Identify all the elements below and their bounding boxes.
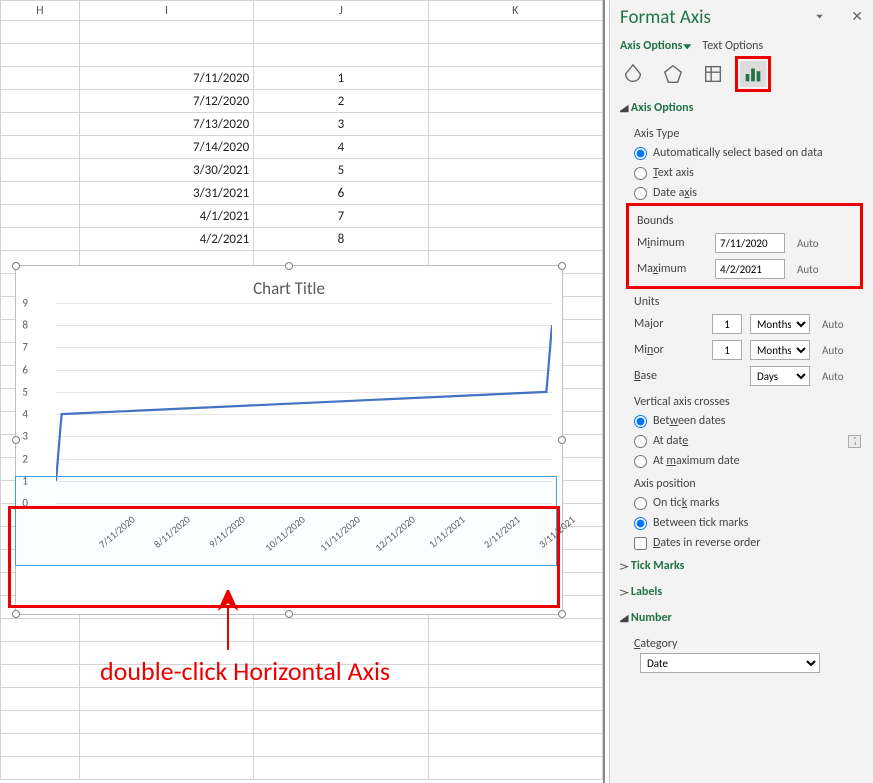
radio-text-axis[interactable]: Text axis [634,163,869,183]
cell[interactable]: 3/30/2021 [79,159,253,182]
section-number[interactable]: Number [620,605,869,631]
resize-handle[interactable] [12,610,20,618]
cell[interactable]: 7/12/2020 [79,90,253,113]
resize-handle[interactable] [285,610,293,618]
cell[interactable]: 7/13/2020 [79,113,253,136]
radio-on-tick[interactable]: On tick marks [634,493,869,513]
cell[interactable]: 2 [254,90,428,113]
label-category: Category [634,631,869,653]
tab-axis-options[interactable]: Axis Options ▾ [620,39,690,53]
close-icon[interactable]: ✕ [851,8,863,25]
chart-title[interactable]: Chart Title [16,266,562,303]
worksheet[interactable]: H I J K 7/11/20201 7/12/20202 7/13/20203… [0,0,605,783]
format-axis-pane: Format Axis ▼ ✕ Axis Options ▾ Text Opti… [609,0,873,783]
line-series [56,303,552,503]
size-props-icon[interactable] [700,61,726,87]
resize-handle[interactable] [12,436,20,444]
resize-handle[interactable] [558,610,566,618]
auto-button[interactable]: Auto [797,263,819,276]
col-header[interactable]: H [1,1,80,21]
resize-handle[interactable] [558,436,566,444]
label-vac: Vertical axis crosses [634,389,869,411]
resize-handle[interactable] [285,262,293,270]
cell[interactable]: 7/14/2020 [79,136,253,159]
radio-between-tick[interactable]: Between tick marks [634,513,869,533]
radio-between-dates[interactable]: Between dates [634,411,869,431]
cell[interactable]: 7/11/2020 [79,67,253,90]
section-axis-options[interactable]: Axis Options [620,95,869,121]
auto-button[interactable]: Auto [822,344,844,357]
label-minimum: Minimum [637,236,707,250]
section-tick-marks[interactable]: Tick Marks [620,553,869,579]
resize-handle[interactable] [558,262,566,270]
radio-date-axis[interactable]: Date axis [634,183,869,203]
label-major: Major [634,317,704,331]
cell[interactable]: 4 [254,136,428,159]
resize-handle[interactable] [12,262,20,270]
cell[interactable]: 1 [254,67,428,90]
radio-at-max[interactable]: At maximum date [634,451,869,471]
label-minor: Minor [634,343,704,357]
annotation-box [8,506,560,608]
label-bounds: Bounds [637,208,860,230]
cell[interactable]: 3 [254,113,428,136]
cell[interactable]: 8 [254,228,428,251]
label-base: Base [634,369,704,383]
label-units: Units [634,289,869,311]
cell[interactable]: 6 [254,182,428,205]
col-header[interactable]: I [79,1,253,21]
arrow-icon [218,590,238,650]
axis-options-icon[interactable] [740,61,766,87]
chevron-down-icon: ▾ [684,41,691,52]
auto-button[interactable]: Auto [822,370,844,383]
cell[interactable]: 7 [254,205,428,228]
input-minimum[interactable] [715,233,785,253]
annotation-text: double-click Horizontal Axis [100,655,390,687]
auto-button[interactable]: Auto [822,318,844,331]
input-maximum[interactable] [715,259,785,279]
fill-line-icon[interactable] [620,61,646,87]
pane-menu-icon[interactable]: ▼ [814,13,825,21]
select-category[interactable]: Date [640,653,820,673]
cell[interactable]: 5 [254,159,428,182]
col-header[interactable]: J [254,1,428,21]
tab-text-options[interactable]: Text Options [702,39,763,53]
section-labels[interactable]: Labels [620,579,869,605]
select-base-unit[interactable]: Days [750,366,810,386]
cell[interactable]: 4/2/2021 [79,228,253,251]
check-reverse[interactable]: Dates in reverse order [634,533,869,553]
label-maximum: Maximum [637,262,707,276]
pane-title: Format Axis [620,6,873,35]
input-at-date [848,435,861,448]
cell[interactable]: 4/1/2021 [79,205,253,228]
select-minor-unit[interactable]: Months [750,340,810,360]
label-axis-position: Axis position [634,471,869,493]
radio-at-date[interactable]: At date [634,434,688,448]
plot-area[interactable]: 0123456789 [56,303,552,503]
input-minor[interactable] [712,340,742,360]
col-header[interactable]: K [428,1,602,21]
effects-icon[interactable] [660,61,686,87]
input-major[interactable] [712,314,742,334]
auto-button[interactable]: Auto [797,237,819,250]
cell[interactable]: 3/31/2021 [79,182,253,205]
label-axis-type: Axis Type [634,121,869,143]
radio-auto-select[interactable]: Automatically select based on data [634,143,869,163]
select-major-unit[interactable]: Months [750,314,810,334]
